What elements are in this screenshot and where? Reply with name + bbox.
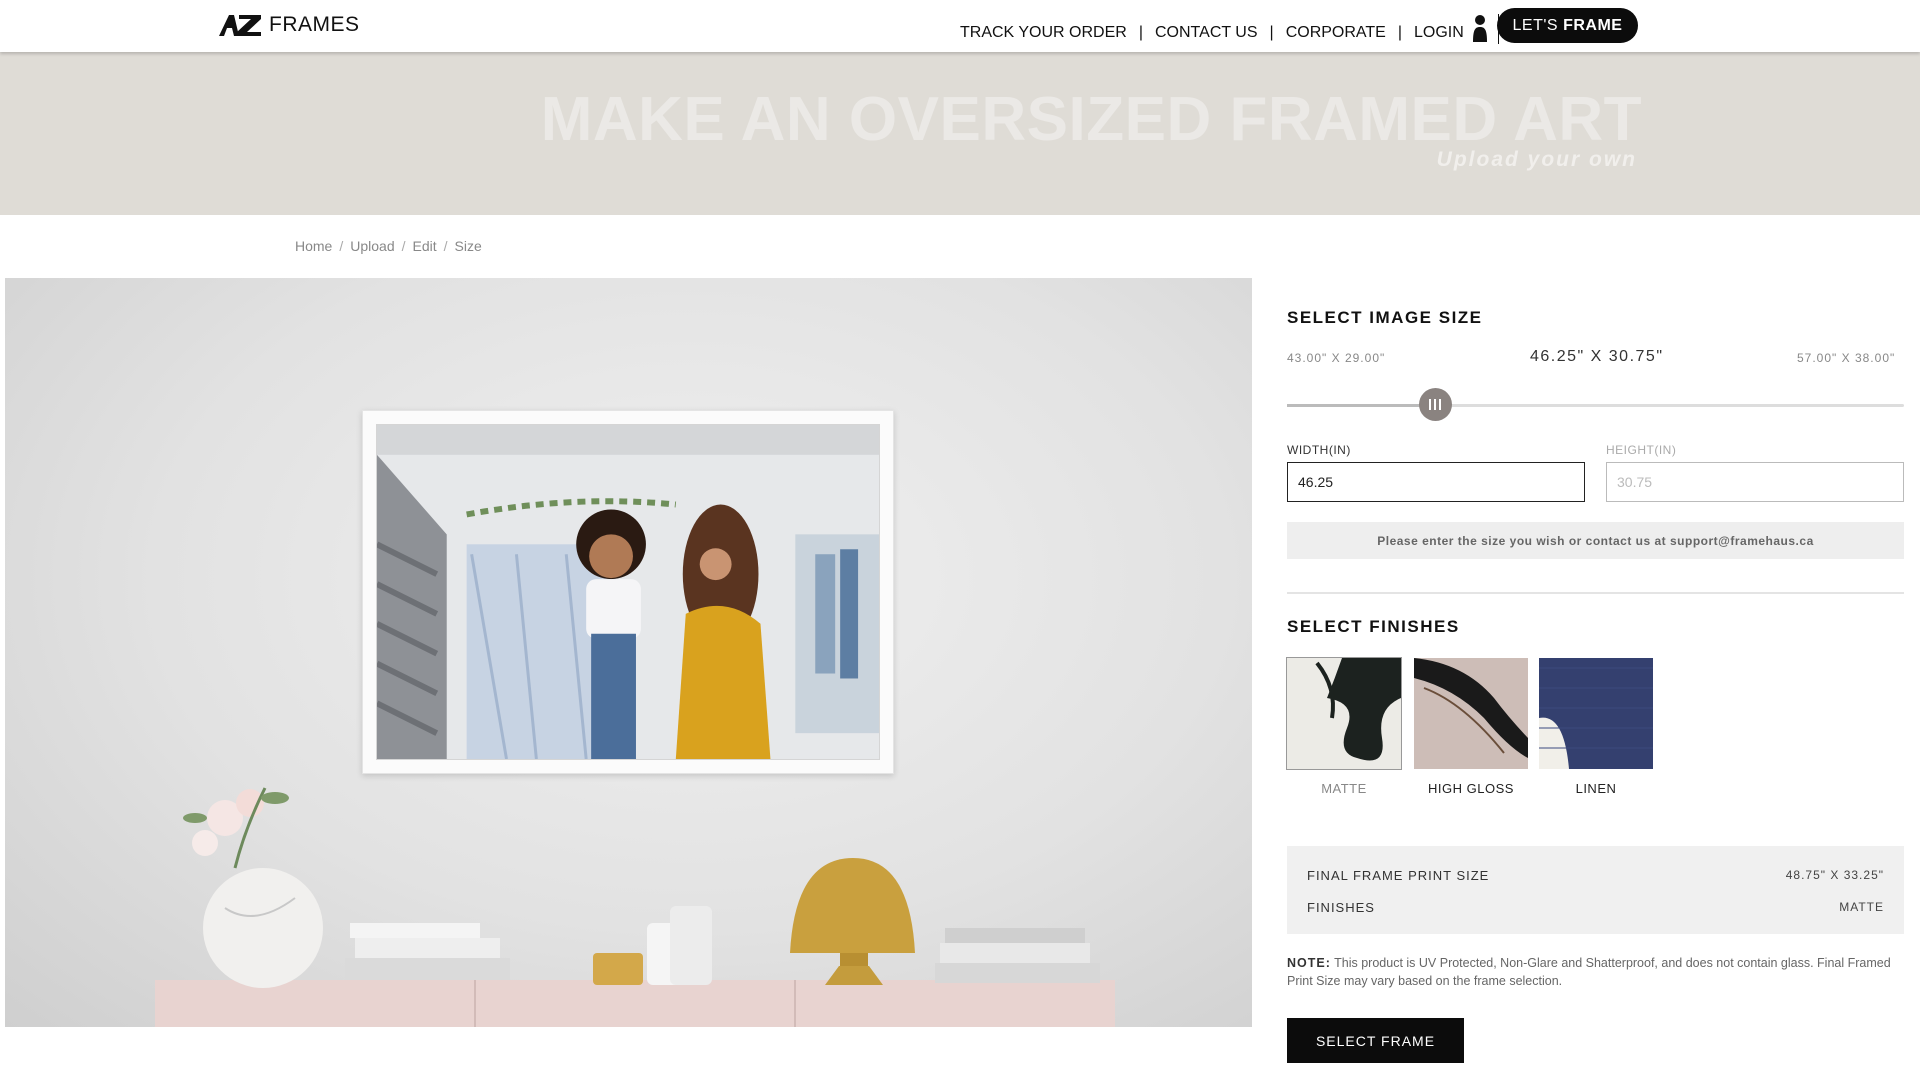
nav-separator: | xyxy=(1397,24,1402,41)
nav-corporate[interactable]: CORPORATE xyxy=(1286,24,1386,42)
size-slider-thumb[interactable] xyxy=(1418,388,1452,421)
logo-mark-icon xyxy=(219,15,261,36)
breadcrumb-home[interactable]: Home xyxy=(295,238,332,254)
finish-matte[interactable]: MATTE xyxy=(1286,657,1402,796)
select-image-size-title: SELECT IMAGE SIZE xyxy=(1287,308,1483,327)
note-prefix: NOTE: xyxy=(1287,956,1331,970)
select-frame-button[interactable]: SELECT FRAME xyxy=(1287,1018,1464,1063)
framed-print-preview xyxy=(362,410,894,774)
finish-matte-label: MATTE xyxy=(1321,781,1367,796)
thumb-grip xyxy=(1429,399,1432,410)
note-text: This product is UV Protected, Non-Glare … xyxy=(1287,956,1891,988)
lets-frame-button[interactable]: LET'S FRAME xyxy=(1497,8,1638,43)
width-label: WIDTH(IN) xyxy=(1287,443,1351,457)
finish-high-gloss[interactable]: HIGH GLOSS xyxy=(1414,658,1528,796)
matte-swatch xyxy=(1286,657,1402,770)
room-preview xyxy=(5,278,1252,1027)
size-max-label: 57.00" X 38.00" xyxy=(1797,351,1896,365)
thumb-grip xyxy=(1434,399,1437,410)
decor-furniture xyxy=(155,787,1115,1027)
lets-frame-prefix: LET'S xyxy=(1512,16,1559,34)
order-summary: FINAL FRAME PRINT SIZE 48.75" X 33.25" F… xyxy=(1287,846,1904,934)
user-icon[interactable] xyxy=(1472,14,1488,44)
size-help-message: Please enter the size you wish or contac… xyxy=(1287,522,1904,559)
top-nav: TRACK YOUR ORDER | CONTACT US | CORPORAT… xyxy=(960,14,1545,44)
finish-linen[interactable]: LINEN xyxy=(1539,658,1653,796)
size-current-label: 46.25" X 30.75" xyxy=(1530,348,1664,365)
logo[interactable]: FRAMES xyxy=(217,12,360,38)
size-slider-fill xyxy=(1287,404,1436,407)
summary-finish-value: MATTE xyxy=(1839,900,1884,914)
hero-banner: MAKE AN OVERSIZED FRAMED ART Upload your… xyxy=(0,52,1920,215)
section-divider xyxy=(1287,592,1904,594)
height-input[interactable] xyxy=(1606,462,1904,502)
hero-title: MAKE AN OVERSIZED FRAMED ART xyxy=(540,85,1642,154)
breadcrumb-separator: / xyxy=(401,238,406,254)
breadcrumb-upload[interactable]: Upload xyxy=(350,238,394,254)
high-gloss-swatch xyxy=(1414,658,1528,769)
hero-subtitle: Upload your own xyxy=(1436,148,1637,171)
height-label: HEIGHT(IN) xyxy=(1606,443,1677,457)
width-input[interactable] xyxy=(1287,462,1585,502)
lets-frame-bold: FRAME xyxy=(1563,16,1623,34)
thumb-grip xyxy=(1439,399,1442,410)
summary-print-size-row: FINAL FRAME PRINT SIZE 48.75" X 33.25" xyxy=(1307,868,1884,883)
summary-finish-row: FINISHES MATTE xyxy=(1307,900,1884,915)
product-note: NOTE: This product is UV Protected, Non-… xyxy=(1287,954,1904,990)
uploaded-photo xyxy=(376,424,880,760)
nav-contact-us[interactable]: CONTACT US xyxy=(1155,24,1258,42)
nav-login[interactable]: LOGIN xyxy=(1414,24,1464,42)
finish-high-gloss-label: HIGH GLOSS xyxy=(1428,781,1514,796)
summary-print-size-label: FINAL FRAME PRINT SIZE xyxy=(1307,868,1490,883)
nav-separator: | xyxy=(1138,24,1143,41)
breadcrumb-separator: / xyxy=(339,238,344,254)
breadcrumb-edit[interactable]: Edit xyxy=(413,238,437,254)
size-slider-track[interactable] xyxy=(1287,404,1904,407)
nav-track-order[interactable]: TRACK YOUR ORDER xyxy=(960,24,1127,42)
breadcrumb-separator: / xyxy=(443,238,448,254)
breadcrumb-size: Size xyxy=(454,238,482,254)
summary-print-size-value: 48.75" X 33.25" xyxy=(1785,868,1884,882)
select-finishes-title: SELECT FINISHES xyxy=(1287,617,1460,636)
size-min-label: 43.00" X 29.00" xyxy=(1287,351,1386,365)
linen-swatch xyxy=(1539,658,1653,769)
site-header: FRAMES TRACK YOUR ORDER | CONTACT US | C… xyxy=(0,0,1920,52)
photo-image xyxy=(377,425,879,759)
summary-finish-label: FINISHES xyxy=(1307,900,1375,915)
logo-text: FRAMES xyxy=(269,13,360,36)
breadcrumb: Home / Upload / Edit / Size xyxy=(295,238,482,254)
nav-separator: | xyxy=(1269,24,1274,41)
finish-linen-label: LINEN xyxy=(1575,781,1617,796)
